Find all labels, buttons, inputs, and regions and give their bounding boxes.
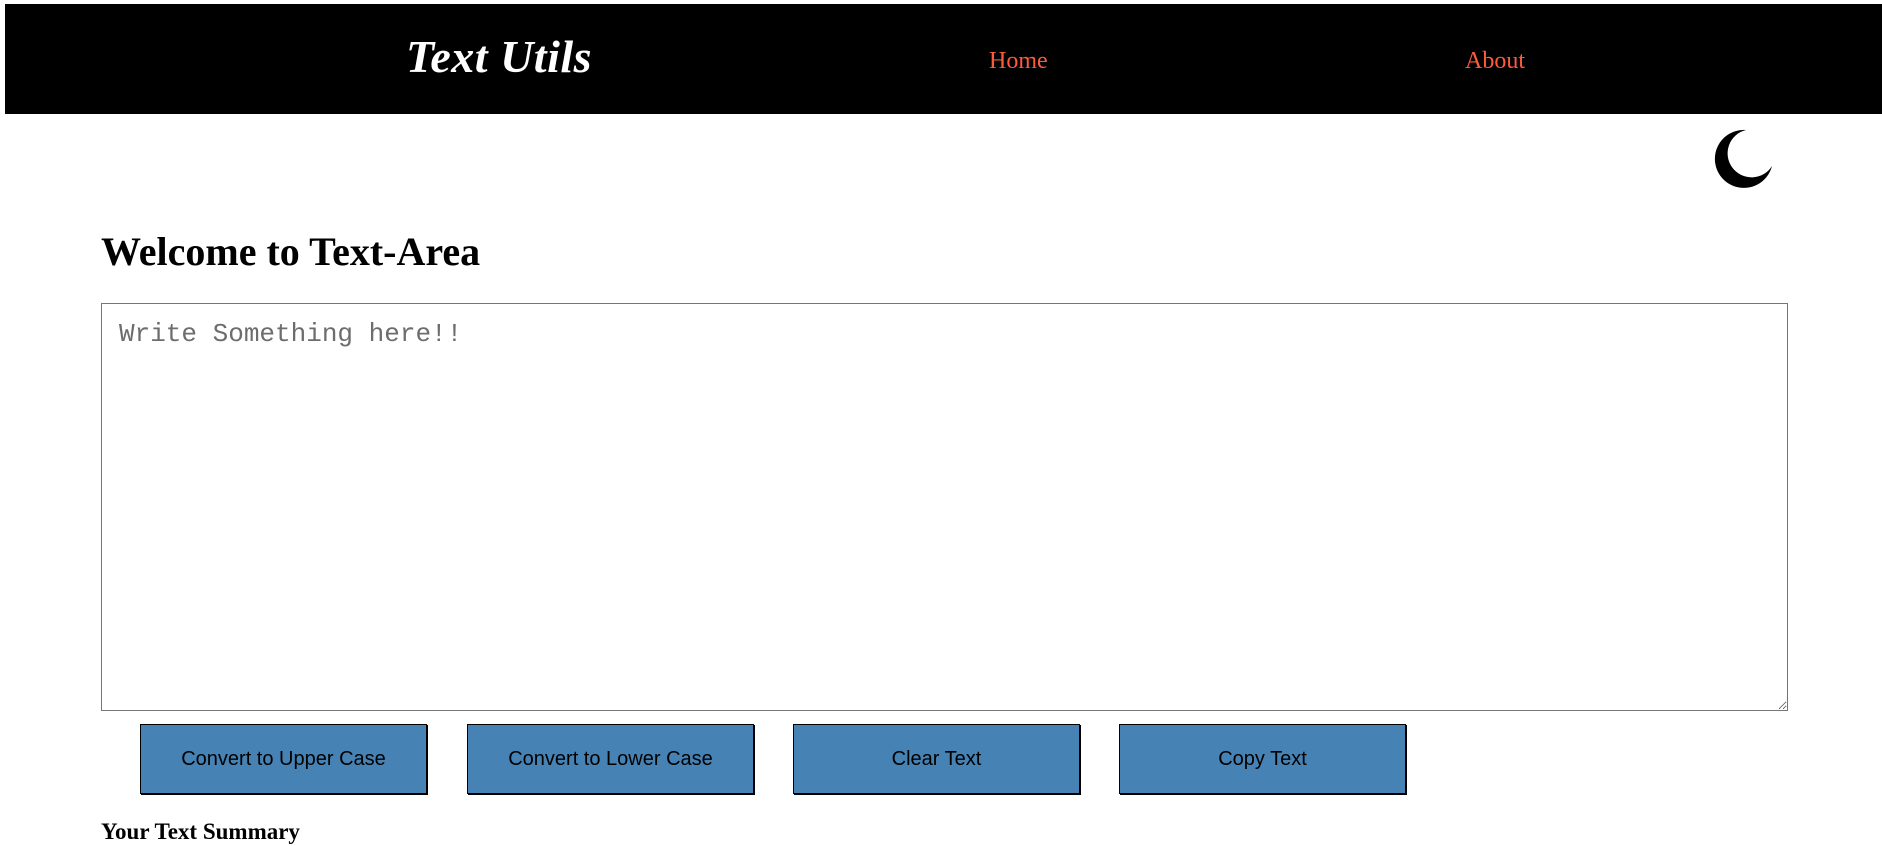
nav-link-about[interactable]: About	[1465, 49, 1525, 73]
dark-mode-toggle[interactable]	[1708, 124, 1778, 194]
nav-link-home[interactable]: Home	[989, 49, 1048, 73]
page-title: Welcome to Text-Area	[101, 229, 481, 274]
convert-upper-case-button[interactable]: Convert to Upper Case	[140, 724, 427, 794]
copy-text-button[interactable]: Copy Text	[1119, 724, 1406, 794]
text-summary-heading: Your Text Summary	[101, 819, 300, 844]
top-navbar: Text Utils Home About	[5, 4, 1882, 114]
clear-text-button[interactable]: Clear Text	[793, 724, 1080, 794]
moon-icon	[1714, 129, 1772, 188]
brand-logo[interactable]: Text Utils	[406, 34, 592, 80]
convert-lower-case-button[interactable]: Convert to Lower Case	[467, 724, 754, 794]
text-input-area[interactable]	[101, 303, 1788, 711]
